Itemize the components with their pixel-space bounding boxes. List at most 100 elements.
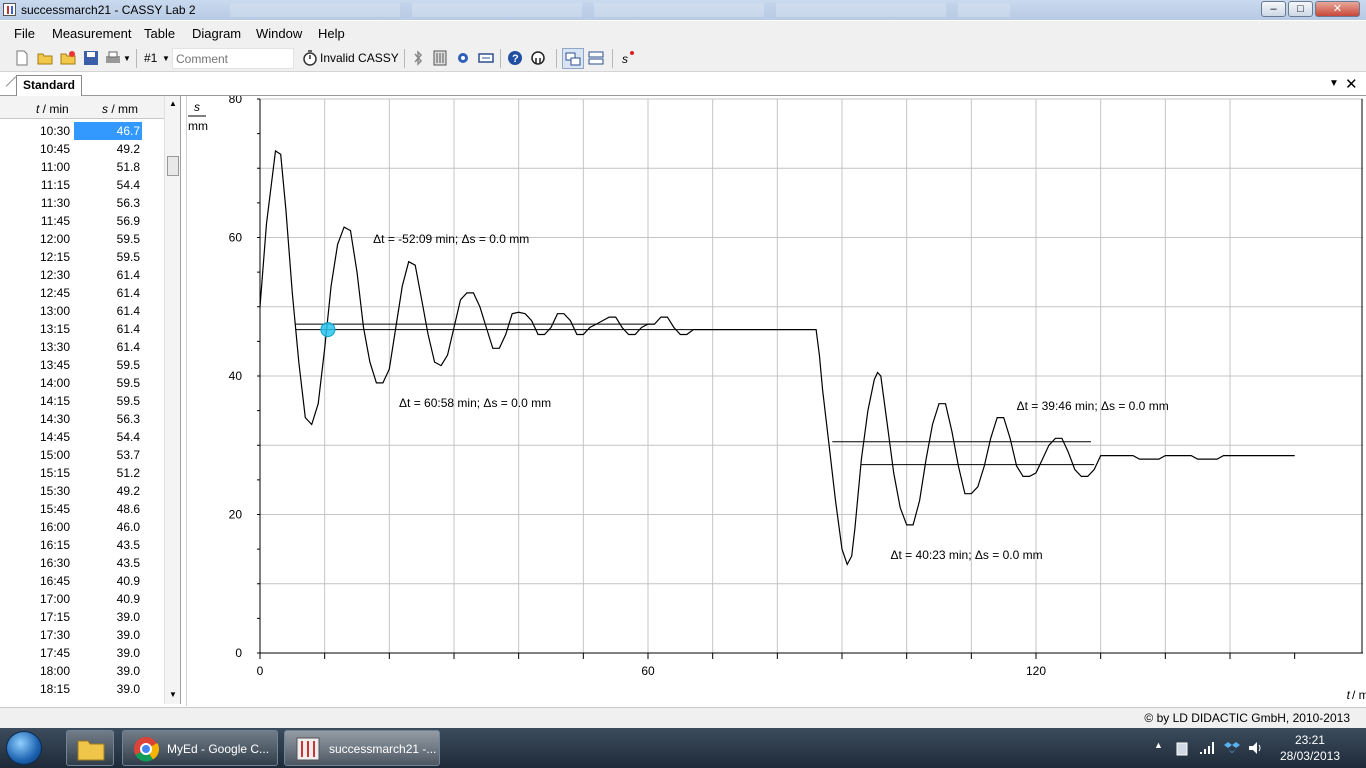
minimize-button[interactable]: – [1261, 1, 1286, 17]
channel-dropdown-icon[interactable]: ▼ [162, 54, 170, 63]
table-row[interactable]: 11:15 54.4 [0, 176, 164, 194]
column-header-t[interactable]: t / min [36, 102, 69, 116]
displacement-chart[interactable]: 0 60 120 0 20 40 60 80 s mm t/ min Δt = -52:09 min;… [186, 96, 1366, 706]
device-tray-icon[interactable] [1175, 740, 1189, 756]
title-bar: successmarch21 - CASSY Lab 2 – □ ✕ [0, 0, 1366, 20]
cell-t: 14:15 [39, 394, 70, 408]
table-row[interactable]: 18:15 39.0 [0, 680, 164, 698]
cell-t: 11:00 [40, 160, 70, 174]
tab-bar: Standard ▼ ✕ [0, 73, 1366, 96]
open-example-icon[interactable] [60, 50, 76, 66]
taskbar-explorer[interactable] [66, 730, 114, 766]
table-row[interactable]: 11:45 56.9 [0, 212, 164, 230]
cassy-status-label[interactable]: Invalid CASSY [320, 51, 399, 65]
cell-s: 56.3 [116, 196, 140, 210]
menu-diagram[interactable]: Diagram [192, 26, 241, 41]
print-icon[interactable] [105, 50, 121, 66]
table-row[interactable]: 15:45 48.6 [0, 500, 164, 518]
tab-standard[interactable]: Standard [16, 75, 82, 96]
table-row[interactable]: 12:45 61.4 [0, 284, 164, 302]
menu-help[interactable]: Help [318, 26, 345, 41]
cell-s: 46.7 [74, 122, 142, 140]
close-tab-icon[interactable]: ✕ [1345, 75, 1358, 93]
cursor-marker[interactable] [320, 322, 336, 338]
tile-windows-icon[interactable] [588, 50, 604, 66]
tab-list-dropdown-icon[interactable]: ▼ [1329, 78, 1339, 89]
scrollbar-thumb[interactable] [167, 156, 179, 176]
table-scrollbar[interactable]: ▲ ▼ [164, 96, 180, 704]
delta-annotation: Δt = -52:09 min; Δs = 0.0 mm [373, 232, 529, 246]
cell-s: 61.4 [116, 286, 140, 300]
bluetooth-icon[interactable] [410, 50, 426, 66]
stopwatch-icon[interactable] [302, 50, 318, 66]
table-row[interactable]: 12:30 61.4 [0, 266, 164, 284]
table-row[interactable]: 13:15 61.4 [0, 320, 164, 338]
channel-selector[interactable]: #1 [144, 51, 157, 65]
settings-gear-icon[interactable] [455, 50, 471, 66]
system-clock[interactable]: 23:21 28/03/2013 [1280, 732, 1340, 764]
table-row[interactable]: 14:30 56.3 [0, 410, 164, 428]
table-row[interactable]: 16:45 40.9 [0, 572, 164, 590]
scroll-down-icon[interactable]: ▼ [169, 690, 177, 699]
cell-s: 61.4 [116, 322, 140, 336]
column-header-s[interactable]: s / mm [102, 102, 138, 116]
print-dropdown-icon[interactable]: ▼ [123, 54, 131, 63]
table-row[interactable]: 12:15 59.5 [0, 248, 164, 266]
diagram-panel[interactable]: 0 60 120 0 20 40 60 80 s mm t/ min Δt = -52:09 min;… [186, 96, 1366, 706]
table-row[interactable]: 18:00 39.0 [0, 662, 164, 680]
comment-input[interactable] [172, 48, 294, 69]
cell-t: 18:15 [39, 682, 70, 696]
window-layout-toggle[interactable] [562, 48, 584, 69]
new-file-icon[interactable] [14, 50, 30, 66]
table-row[interactable]: 15:15 51.2 [0, 464, 164, 482]
table-row[interactable]: 16:15 43.5 [0, 536, 164, 554]
close-button[interactable]: ✕ [1315, 1, 1360, 17]
parameter-s-button[interactable]: s [622, 52, 628, 66]
volume-icon[interactable] [1248, 740, 1264, 756]
cell-t: 16:15 [39, 538, 70, 552]
table-row[interactable]: 14:45 54.4 [0, 428, 164, 446]
maximize-button[interactable]: □ [1288, 1, 1313, 17]
table-row[interactable]: 13:30 61.4 [0, 338, 164, 356]
scroll-up-icon[interactable]: ▲ [169, 99, 177, 108]
save-icon[interactable] [83, 50, 99, 66]
cell-t: 11:30 [40, 196, 70, 210]
cassy-module-icon[interactable] [432, 50, 448, 66]
dropbox-icon[interactable] [1224, 740, 1240, 756]
taskbar-cassy-label: successmarch21 -... [329, 742, 437, 756]
table-row[interactable]: 17:45 39.0 [0, 644, 164, 662]
table-row[interactable]: 15:00 53.7 [0, 446, 164, 464]
table-row[interactable]: 10:45 49.2 [0, 140, 164, 158]
cell-s: 43.5 [116, 538, 140, 552]
table-row[interactable]: 17:00 40.9 [0, 590, 164, 608]
show-hidden-icons[interactable]: ▲ [1154, 740, 1163, 750]
menu-window[interactable]: Window [256, 26, 302, 41]
table-row[interactable]: 12:00 59.5 [0, 230, 164, 248]
table-row[interactable]: 16:30 43.5 [0, 554, 164, 572]
table-row[interactable]: 11:30 56.3 [0, 194, 164, 212]
network-signal-icon[interactable] [1199, 740, 1215, 756]
display-icon[interactable] [478, 50, 494, 66]
context-help-icon[interactable] [530, 50, 546, 66]
table-row[interactable]: 13:00 61.4 [0, 302, 164, 320]
table-row[interactable]: 16:00 46.0 [0, 518, 164, 536]
table-row[interactable]: 10:30 46.7 [0, 122, 164, 140]
table-row[interactable]: 14:00 59.5 [0, 374, 164, 392]
taskbar-cassy[interactable]: successmarch21 -... [284, 730, 440, 766]
table-row[interactable]: 17:30 39.0 [0, 626, 164, 644]
table-row[interactable]: 13:45 59.5 [0, 356, 164, 374]
table-header: t / min s / mm [0, 96, 164, 119]
start-button[interactable] [6, 731, 42, 765]
menu-measurement[interactable]: Measurement [52, 26, 131, 41]
menu-bar: File Measurement Table Diagram Window He… [0, 21, 1366, 45]
menu-file[interactable]: File [14, 26, 35, 41]
table-row[interactable]: 17:15 39.0 [0, 608, 164, 626]
taskbar-chrome[interactable]: MyEd - Google C... [122, 730, 278, 766]
open-folder-icon[interactable] [37, 50, 53, 66]
table-row[interactable]: 14:15 59.5 [0, 392, 164, 410]
column-s-unit: / mm [108, 102, 138, 116]
table-row[interactable]: 15:30 49.2 [0, 482, 164, 500]
menu-table[interactable]: Table [144, 26, 175, 41]
help-icon[interactable]: ? [507, 50, 523, 66]
table-row[interactable]: 11:00 51.8 [0, 158, 164, 176]
